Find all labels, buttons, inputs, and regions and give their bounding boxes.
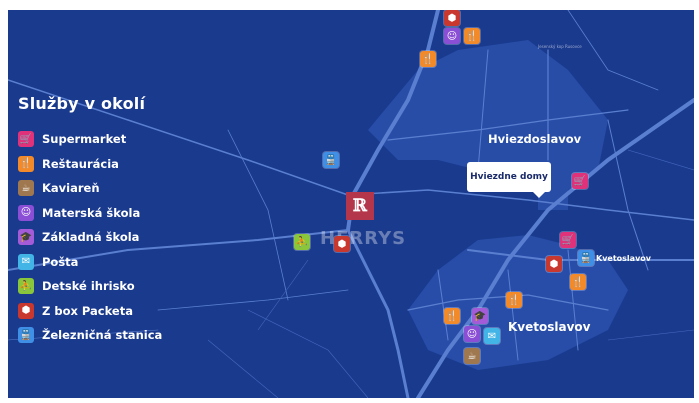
place-label-kvetoslavov: Kvetoslavov bbox=[508, 320, 591, 334]
herrys-brand: HERRYS bbox=[320, 228, 407, 249]
package-icon[interactable]: ⬢ bbox=[444, 10, 460, 26]
cart-icon[interactable]: 🛒 bbox=[560, 232, 576, 248]
legend-label: Železničná stanica bbox=[42, 328, 163, 343]
legend-label: Základná škola bbox=[42, 230, 140, 245]
legend-label: Pošta bbox=[42, 254, 79, 269]
package-icon[interactable]: ⬢ bbox=[546, 256, 562, 272]
slide-icon: ⛹ bbox=[18, 278, 34, 295]
place-label-hviezdoslavov: Hviezdoslavov bbox=[488, 132, 582, 146]
fork-knife-icon: 🍴 bbox=[18, 155, 34, 172]
train-icon[interactable]: 🚆 bbox=[578, 250, 594, 266]
legend-item-school[interactable]: 🎓 Základná škola bbox=[18, 225, 162, 250]
fork-knife-icon[interactable]: 🍴 bbox=[570, 274, 586, 290]
street-label: Jesenský kop Rusovce bbox=[538, 44, 582, 49]
legend-item-post[interactable]: ✉ Pošta bbox=[18, 250, 162, 275]
legend-label: Materská škola bbox=[42, 205, 141, 220]
package-icon: ⬢ bbox=[18, 302, 34, 319]
map-frame[interactable]: Jesenský kop Rusovce Služby v okolí 🛒 Su… bbox=[8, 10, 694, 398]
fork-knife-icon[interactable]: 🍴 bbox=[420, 51, 436, 67]
graduation-cap-icon: 🎓 bbox=[18, 229, 34, 246]
child-face-icon[interactable]: ☺ bbox=[464, 326, 480, 342]
legend-title: Služby v okolí bbox=[18, 94, 146, 113]
legend-label: Reštaurácia bbox=[42, 156, 119, 171]
legend-item-restaurant[interactable]: 🍴 Reštaurácia bbox=[18, 152, 162, 177]
slide-icon[interactable]: ⛹ bbox=[294, 234, 310, 250]
train-icon: 🚆 bbox=[18, 327, 34, 344]
graduation-cap-icon[interactable]: 🎓 bbox=[472, 308, 488, 324]
project-callout[interactable]: Hviezdne domy bbox=[467, 162, 551, 198]
fork-knife-icon[interactable]: 🍴 bbox=[464, 28, 480, 44]
legend-item-cafe[interactable]: ☕ Kaviareň bbox=[18, 176, 162, 201]
legend-item-train[interactable]: 🚆 Železničná stanica bbox=[18, 323, 162, 348]
legend-label: Supermarket bbox=[42, 132, 127, 147]
legend: Služby v okolí 🛒 Supermarket 🍴 Reštaurác… bbox=[18, 94, 162, 348]
legend-item-zbox[interactable]: ⬢ Z box Packeta bbox=[18, 299, 162, 324]
cart-icon[interactable]: 🛒 bbox=[572, 173, 588, 189]
legend-item-supermarket[interactable]: 🛒 Supermarket bbox=[18, 127, 162, 152]
coffee-cup-icon[interactable]: ☕ bbox=[464, 348, 480, 364]
coffee-cup-icon: ☕ bbox=[18, 180, 34, 197]
herrys-logo: ℝ bbox=[346, 192, 374, 220]
legend-label: Z box Packeta bbox=[42, 303, 133, 318]
fork-knife-icon[interactable]: 🍴 bbox=[506, 292, 522, 308]
legend-item-kindergarten[interactable]: ☺ Materská škola bbox=[18, 201, 162, 226]
package-icon[interactable]: ⬢ bbox=[334, 236, 350, 252]
legend-item-playground[interactable]: ⛹ Detské ihrisko bbox=[18, 274, 162, 299]
cart-icon: 🛒 bbox=[18, 131, 34, 148]
legend-label: Detské ihrisko bbox=[42, 279, 135, 294]
train-icon[interactable]: 🚆 bbox=[323, 152, 339, 168]
envelope-icon[interactable]: ✉ bbox=[484, 328, 500, 344]
fork-knife-icon[interactable]: 🍴 bbox=[444, 308, 460, 324]
legend-label: Kaviareň bbox=[42, 181, 100, 196]
child-face-icon: ☺ bbox=[18, 204, 34, 221]
child-face-icon[interactable]: ☺ bbox=[444, 28, 460, 44]
envelope-icon: ✉ bbox=[18, 253, 34, 270]
place-label-kvetoslavov-small: Kvetoslavov bbox=[596, 254, 651, 263]
